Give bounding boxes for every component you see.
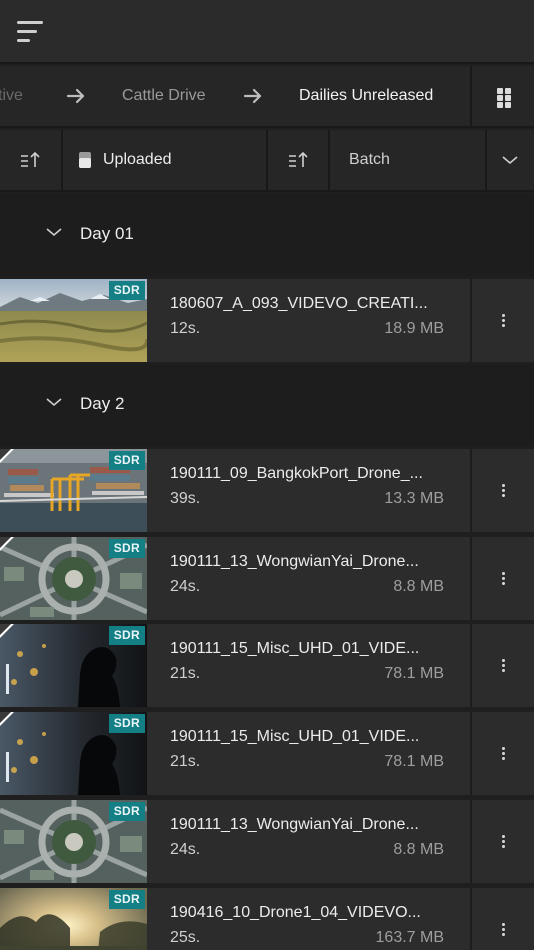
- sort-ascending-icon: [289, 151, 308, 167]
- batch-sort-button[interactable]: [268, 130, 330, 190]
- chevron-down-icon: [46, 228, 62, 237]
- clip-size: 163.7 MB: [375, 929, 444, 946]
- upload-status-icon: [79, 152, 91, 168]
- list-item[interactable]: SDR 190416_10_Drone1_04_VIDEVO... 25s. 1…: [0, 888, 534, 950]
- sdr-badge: SDR: [108, 626, 145, 645]
- sdr-badge: SDR: [108, 451, 145, 470]
- clip-duration: 39s.: [170, 490, 201, 507]
- batch-filter-label: Batch: [349, 151, 390, 168]
- sdr-badge: SDR: [108, 802, 145, 821]
- list-item[interactable]: SDR 190111_15_Misc_UHD_01_VIDE... 21s. 7…: [0, 624, 534, 707]
- more-options-button[interactable]: [470, 800, 534, 883]
- group-header-day-2[interactable]: Day 2: [0, 364, 534, 446]
- more-options-button[interactable]: [470, 449, 534, 532]
- breadcrumb-item-cattle-drive[interactable]: Cattle Drive: [122, 66, 206, 126]
- chevron-down-icon: [46, 398, 62, 407]
- clip-thumbnail: SDR: [0, 449, 147, 532]
- batch-dropdown-toggle[interactable]: [487, 130, 534, 190]
- sort-ascending-icon: [21, 151, 40, 167]
- list-item[interactable]: SDR 190111_09_BangkokPort_Drone_... 39s.…: [0, 449, 534, 532]
- status-filter[interactable]: Uploaded: [63, 130, 268, 190]
- more-options-button[interactable]: [470, 279, 534, 362]
- list-item[interactable]: SDR 190111_13_WongwianYai_Drone... 24s. …: [0, 537, 534, 620]
- sdr-badge: SDR: [108, 281, 145, 300]
- breadcrumb-item-parent[interactable]: tive: [0, 66, 23, 126]
- group-label: Day 2: [80, 394, 125, 413]
- clip-name: 190111_13_WongwianYai_Drone...: [170, 816, 419, 833]
- sdr-badge: SDR: [108, 539, 145, 558]
- clip-thumbnail: SDR: [0, 800, 147, 883]
- clip-thumbnail: SDR: [0, 624, 147, 707]
- more-options-button[interactable]: [470, 712, 534, 795]
- clip-duration: 21s.: [170, 753, 201, 770]
- breadcrumb-item-current[interactable]: Dailies Unreleased: [299, 66, 433, 126]
- clip-name: 190111_15_Misc_UHD_01_VIDE...: [170, 640, 420, 657]
- chevron-down-icon: [502, 156, 518, 165]
- clip-thumbnail: SDR: [0, 888, 147, 950]
- list-item[interactable]: SDR 180607_A_093_VIDEVO_CREATI... 12s. 1…: [0, 279, 534, 362]
- hamburger-menu-icon[interactable]: [17, 19, 45, 45]
- group-label: Day 01: [80, 224, 134, 243]
- clip-size: 8.8 MB: [393, 841, 444, 858]
- sdr-badge: SDR: [108, 714, 145, 733]
- clip-name: 180607_A_093_VIDEVO_CREATI...: [170, 295, 428, 312]
- status-filter-label: Uploaded: [103, 151, 172, 168]
- list-item[interactable]: SDR 190111_13_WongwianYai_Drone... 24s. …: [0, 800, 534, 883]
- clip-name: 190416_10_Drone1_04_VIDEVO...: [170, 904, 421, 921]
- grid-view-button[interactable]: [470, 66, 534, 126]
- clip-duration: 25s.: [170, 929, 201, 946]
- group-header-day-01[interactable]: Day 01: [0, 194, 534, 276]
- list-item[interactable]: SDR 190111_15_Misc_UHD_01_VIDE... 21s. 7…: [0, 712, 534, 795]
- clip-size: 8.8 MB: [393, 578, 444, 595]
- clip-duration: 21s.: [170, 665, 201, 682]
- clip-name: 190111_15_Misc_UHD_01_VIDE...: [170, 728, 420, 745]
- clip-duration: 24s.: [170, 578, 201, 595]
- sort-button[interactable]: [0, 130, 63, 190]
- clip-size: 13.3 MB: [384, 490, 444, 507]
- clip-thumbnail: SDR: [0, 279, 147, 362]
- clip-thumbnail: SDR: [0, 537, 147, 620]
- more-options-button[interactable]: [470, 537, 534, 620]
- more-options-button[interactable]: [470, 888, 534, 950]
- top-bar: [0, 0, 534, 64]
- clip-name: 190111_13_WongwianYai_Drone...: [170, 553, 419, 570]
- clip-duration: 24s.: [170, 841, 201, 858]
- batch-filter[interactable]: Batch: [330, 130, 487, 190]
- clip-thumbnail: SDR: [0, 712, 147, 795]
- sdr-badge: SDR: [108, 890, 145, 909]
- breadcrumb: tive Cattle Drive Dailies Unreleased: [0, 66, 534, 128]
- filter-bar: Uploaded Batch: [0, 130, 534, 192]
- clip-size: 78.1 MB: [384, 753, 444, 770]
- clip-size: 18.9 MB: [384, 320, 444, 337]
- clip-name: 190111_09_BangkokPort_Drone_...: [170, 465, 423, 482]
- clip-duration: 12s.: [170, 320, 201, 337]
- arrow-right-icon: [66, 88, 85, 104]
- more-options-button[interactable]: [470, 624, 534, 707]
- clip-size: 78.1 MB: [384, 665, 444, 682]
- arrow-right-icon: [243, 88, 262, 104]
